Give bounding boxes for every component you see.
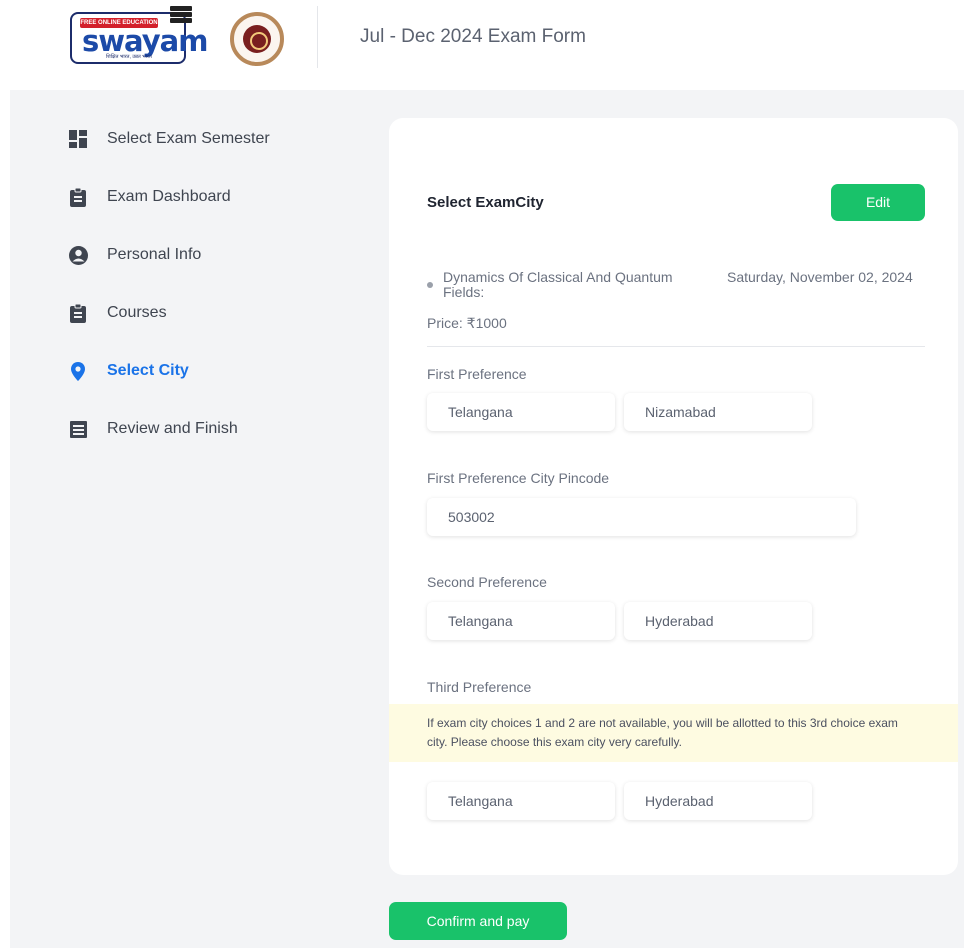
bullet-icon — [427, 282, 433, 288]
card-title: Select ExamCity — [427, 194, 544, 211]
main-area: Select Exam Semester Exam Dashboard Pers… — [10, 90, 964, 948]
exam-city-card: Select ExamCity Edit Dynamics Of Classic… — [389, 118, 958, 875]
location-pin-icon — [68, 361, 88, 381]
sidebar-item-label: Personal Info — [107, 246, 202, 263]
pincode-input[interactable]: 503002 — [427, 498, 856, 536]
page-header: FREE ONLINE EDUCATION swayam शिक्षित भार… — [0, 0, 964, 90]
sidebar-item-personal-info[interactable]: Personal Info — [68, 226, 368, 284]
books-icon — [170, 6, 192, 24]
sidebar-item-select-city[interactable]: Select City — [68, 342, 368, 400]
page-title: Jul - Dec 2024 Exam Form — [360, 26, 586, 47]
header-divider — [317, 6, 318, 68]
card-header: Select ExamCity Edit — [427, 184, 925, 224]
sidebar-item-label: Select City — [107, 362, 189, 379]
pincode-label: First Preference City Pincode — [427, 470, 610, 486]
sidebar-item-label: Courses — [107, 304, 167, 321]
first-preference-label: First Preference — [427, 366, 527, 382]
sidebar-item-courses[interactable]: Courses — [68, 284, 368, 342]
confirm-and-pay-button[interactable]: Confirm and pay — [389, 902, 567, 940]
sidebar-item-label: Select Exam Semester — [107, 130, 270, 147]
clipboard-icon — [68, 187, 88, 207]
clipboard-icon — [68, 303, 88, 323]
list-document-icon — [68, 419, 88, 439]
card-divider — [427, 346, 925, 347]
course-name: Dynamics Of Classical And Quantum Fields… — [443, 269, 673, 300]
sidebar: Select Exam Semester Exam Dashboard Pers… — [68, 110, 368, 458]
first-preference-state-select[interactable]: Telangana — [427, 393, 615, 431]
swayam-logo[interactable]: FREE ONLINE EDUCATION swayam शिक्षित भार… — [66, 6, 208, 68]
sidebar-item-label: Exam Dashboard — [107, 188, 231, 205]
user-circle-icon — [68, 245, 88, 265]
third-preference-state-select[interactable]: Telangana — [427, 782, 615, 820]
third-preference-city-select[interactable]: Hyderabad — [624, 782, 812, 820]
emblem-icon — [230, 12, 284, 66]
third-preference-notice: If exam city choices 1 and 2 are not ava… — [389, 704, 958, 762]
sidebar-item-select-exam-semester[interactable]: Select Exam Semester — [68, 110, 368, 168]
sidebar-item-label: Review and Finish — [107, 420, 238, 437]
edit-button[interactable]: Edit — [831, 184, 925, 221]
logo-wordmark: swayam — [82, 24, 208, 58]
first-preference-city-select[interactable]: Nizamabad — [624, 393, 812, 431]
logo-badge: FREE ONLINE EDUCATION swayam शिक्षित भार… — [70, 12, 208, 64]
second-preference-city-select[interactable]: Hyderabad — [624, 602, 812, 640]
second-preference-label: Second Preference — [427, 574, 547, 590]
logo-subtext: शिक्षित भारत, उन्नत भारत — [106, 54, 152, 60]
third-preference-label: Third Preference — [427, 679, 532, 695]
sidebar-item-review-and-finish[interactable]: Review and Finish — [68, 400, 368, 458]
dashboard-grid-icon — [68, 129, 88, 149]
exam-date: Saturday, November 02, 2024 — [727, 269, 913, 285]
course-price: Price: ₹1000 — [427, 315, 507, 331]
sidebar-item-exam-dashboard[interactable]: Exam Dashboard — [68, 168, 368, 226]
second-preference-state-select[interactable]: Telangana — [427, 602, 615, 640]
